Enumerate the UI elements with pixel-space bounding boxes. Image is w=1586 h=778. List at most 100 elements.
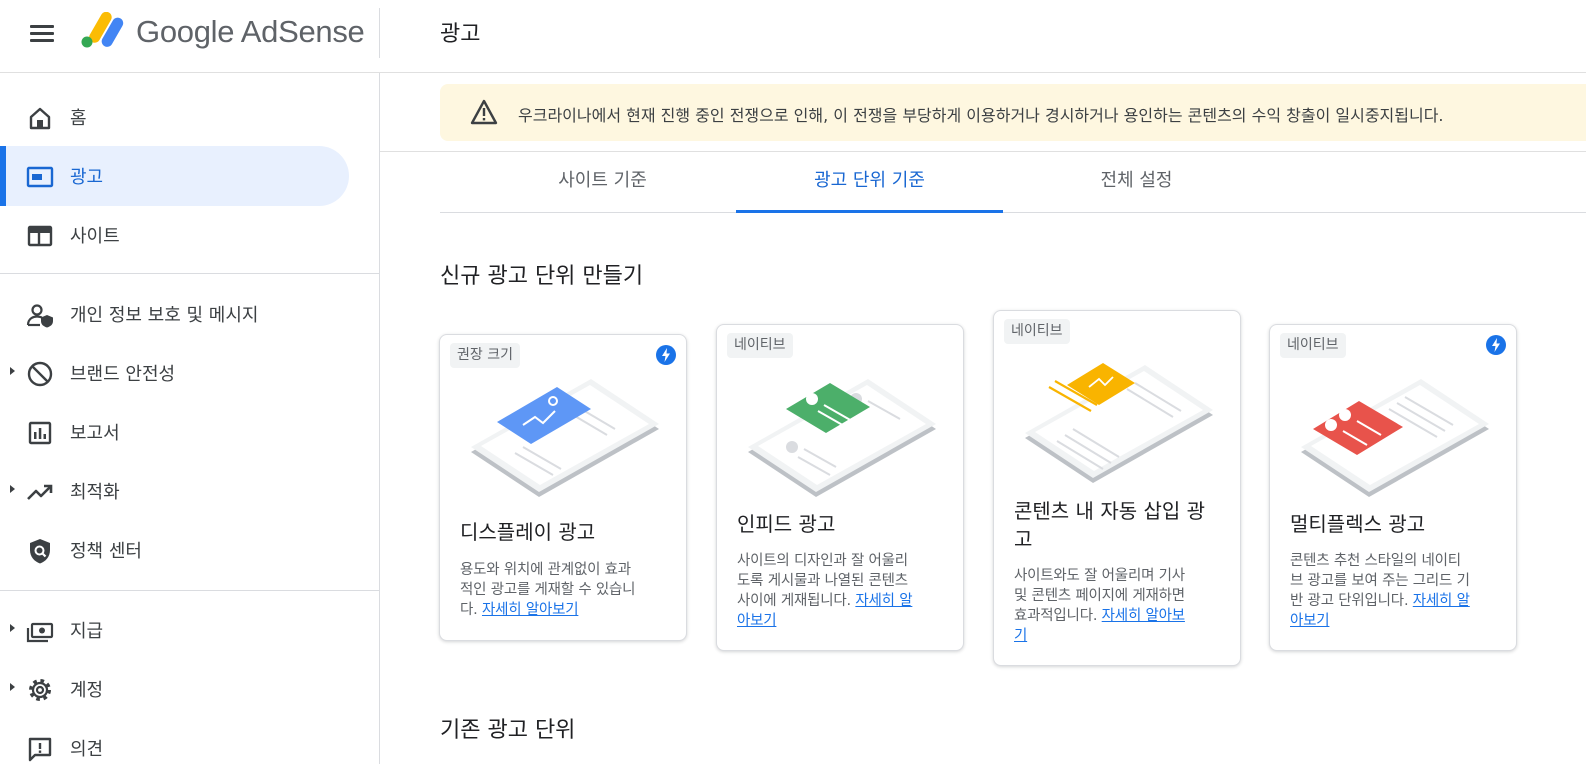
bolt-icon: [656, 345, 676, 365]
privacy-messaging-icon: [26, 304, 53, 328]
card-title: 인피드 광고: [737, 510, 949, 538]
tab-by-ad-unit[interactable]: 광고 단위 기준: [736, 152, 1003, 213]
header-divider: [379, 8, 380, 58]
card-desc-line: 효과적입니다.: [1014, 608, 1098, 624]
home-icon: [29, 107, 51, 130]
sidebar-item-label: 보고서: [70, 423, 120, 444]
card-title: 콘텐츠 내 자동 삽입 광 고: [1014, 497, 1226, 553]
sidebar-item-label: 광고: [70, 167, 104, 188]
card-title-line: 디스플레이 광고: [460, 520, 596, 544]
card-desc-line: 사이에 게재됩니다.: [737, 593, 851, 609]
sidebar-item-privacy-messaging[interactable]: 개인 정보 보호 및 메시지: [0, 284, 349, 344]
sidebar-item-policy-center[interactable]: 정책 센터: [0, 520, 349, 580]
sidebar-item-sites[interactable]: 사이트: [0, 205, 349, 265]
card-desc-line: 도록 게시물과 나열된 콘텐츠: [737, 573, 908, 589]
alert-banner: 우크라이나에서 현재 진행 중인 전쟁으로 인해, 이 전쟁을 부당하게 이용하…: [440, 84, 1586, 141]
policy-shield-icon: [30, 539, 50, 564]
card-desc-line: 브 광고를 보여 주는 그리드 기: [1290, 573, 1470, 589]
card-desc-line: 용도와 위치에 관계없이 효과: [460, 562, 631, 578]
card-desc-line: 사이트의 디자인과 잘 어울리: [737, 553, 908, 569]
tab-by-site[interactable]: 사이트 기준: [469, 152, 736, 212]
native-chip: 네이티브: [1280, 333, 1346, 358]
nav-divider: [0, 590, 379, 591]
sidebar-item-label: 정책 센터: [70, 541, 142, 562]
sidebar-item-optimization[interactable]: 최적화: [0, 461, 349, 521]
expand-caret-icon[interactable]: [10, 367, 15, 375]
learn-more-link[interactable]: 아보기: [737, 613, 777, 629]
sidebar-item-label: 홈: [70, 108, 87, 129]
card-title-line: 인피드 광고: [737, 512, 836, 536]
sites-icon: [27, 225, 53, 247]
ads-icon: [26, 166, 54, 188]
expand-caret-icon[interactable]: [10, 485, 15, 493]
existing-ad-units-section-title: 기존 광고 단위: [440, 718, 576, 743]
trending-up-icon: [27, 484, 53, 500]
learn-more-link[interactable]: 자세히 알아보기: [482, 602, 579, 618]
learn-more-link[interactable]: 기: [1014, 628, 1027, 644]
card-title: 디스플레이 광고: [460, 518, 672, 546]
card-description: 사이트의 디자인과 잘 어울리 도록 게시물과 나열된 콘텐츠 사이에 게재됩니…: [737, 551, 947, 631]
warning-icon: [470, 99, 498, 125]
in-article-ad-card[interactable]: 네이티브 콘텐츠 내 자동 삽입 광 고 사이트와도 잘 어울리며 기사 및 콘…: [993, 310, 1241, 666]
sidebar-item-label: 지급: [70, 621, 104, 642]
learn-more-link[interactable]: 아보기: [1290, 613, 1330, 629]
tab-bar: 사이트 기준 광고 단위 기준 전체 설정: [440, 152, 1586, 213]
sidebar-item-label: 개인 정보 보호 및 메시지: [70, 305, 259, 326]
card-description: 사이트와도 잘 어울리며 기사 및 콘텐츠 페이지에 게재하면 효과적입니다. …: [1014, 566, 1224, 646]
card-title-line: 멀티플렉스 광고: [1290, 512, 1426, 536]
gear-icon: [29, 679, 51, 701]
in-feed-ad-card[interactable]: 네이티브 인피드 광고 사이트의 디자인과 잘 어울리 도록 게시물과 나열된 …: [716, 324, 964, 651]
card-desc-line: 적인 광고를 게재할 수 있습니: [460, 582, 636, 598]
card-desc-line: 반 광고 단위입니다.: [1290, 593, 1409, 609]
learn-more-link[interactable]: 자세히 알아보: [1102, 608, 1185, 624]
multiplex-ad-illustration: [1301, 379, 1489, 497]
display-ad-illustration: [471, 379, 659, 497]
hamburger-menu-icon[interactable]: [28, 20, 56, 48]
native-chip: 네이티브: [1004, 319, 1070, 344]
card-desc-line: 다.: [460, 602, 478, 618]
card-description: 용도와 위치에 관계없이 효과 적인 광고를 게재할 수 있습니 다. 자세히 …: [460, 560, 670, 620]
recommended-size-chip: 권장 크기: [450, 343, 520, 368]
block-icon: [27, 361, 53, 387]
bolt-icon: [1486, 335, 1506, 355]
learn-more-link[interactable]: 자세히 알: [855, 593, 912, 609]
tab-global-settings[interactable]: 전체 설정: [1003, 152, 1270, 212]
new-ad-unit-section-title: 신규 광고 단위 만들기: [440, 264, 644, 289]
card-desc-line: 콘텐츠 추천 스타일의 네이티: [1290, 553, 1461, 569]
sidebar-item-payments[interactable]: 지급: [0, 600, 349, 660]
sidebar-item-reports[interactable]: 보고서: [0, 402, 349, 462]
product-name: Google AdSense: [136, 14, 365, 49]
sidebar-item-home[interactable]: 홈: [0, 87, 349, 147]
card-desc-line: 및 콘텐츠 페이지에 게재하면: [1014, 588, 1185, 604]
expand-caret-icon[interactable]: [10, 683, 15, 691]
expand-caret-icon[interactable]: [10, 624, 15, 632]
card-description: 콘텐츠 추천 스타일의 네이티 브 광고를 보여 주는 그리드 기 반 광고 단…: [1290, 551, 1500, 631]
learn-more-link[interactable]: 자세히 알: [1413, 593, 1470, 609]
sidebar-item-brand-safety[interactable]: 브랜드 안전성: [0, 343, 349, 403]
nav-divider: [0, 273, 379, 274]
sidebar-item-ads[interactable]: 광고: [0, 146, 349, 206]
sidebar-item-label: 계정: [70, 680, 104, 701]
active-indicator: [0, 146, 6, 206]
display-ad-card[interactable]: 권장 크기 디스플레이 광고 용도와 위치에 관계없이 효과 적인 광고를 게재…: [439, 334, 687, 641]
adsense-logo-icon[interactable]: [80, 12, 124, 50]
multiplex-ad-card[interactable]: 네이티브 멀티플렉스 광고 콘텐츠 추천 스타일의 네이티 브 광고를 보여 주…: [1269, 324, 1517, 651]
card-title-line: 고: [1014, 527, 1033, 551]
native-chip: 네이티브: [727, 333, 793, 358]
card-title: 멀티플렉스 광고: [1290, 510, 1502, 538]
banner-text: 우크라이나에서 현재 진행 중인 전쟁으로 인해, 이 전쟁을 부당하게 이용하…: [518, 106, 1444, 125]
top-app-bar: Google AdSense 광고: [0, 0, 1586, 73]
sidebar-item-account[interactable]: 계정: [0, 659, 349, 719]
card-desc-line: 사이트와도 잘 어울리며 기사: [1014, 568, 1185, 584]
bar-chart-icon: [28, 421, 52, 445]
payments-icon: [26, 622, 54, 643]
sidebar-item-label: 의견: [70, 739, 104, 760]
in-article-ad-illustration: [1025, 363, 1213, 483]
sidebar-item-feedback[interactable]: 의견: [0, 718, 349, 778]
sidebar-item-label: 브랜드 안전성: [70, 364, 176, 385]
sidebar-item-label: 사이트: [70, 226, 120, 247]
in-feed-ad-illustration: [748, 379, 936, 497]
sidebar: 홈 광고 사이트 개인 정보 보호 및 메시지 브랜드 안전성 보고서 최적화 …: [0, 73, 380, 764]
card-title-line: 콘텐츠 내 자동 삽입 광: [1014, 499, 1206, 523]
feedback-icon: [28, 737, 52, 762]
